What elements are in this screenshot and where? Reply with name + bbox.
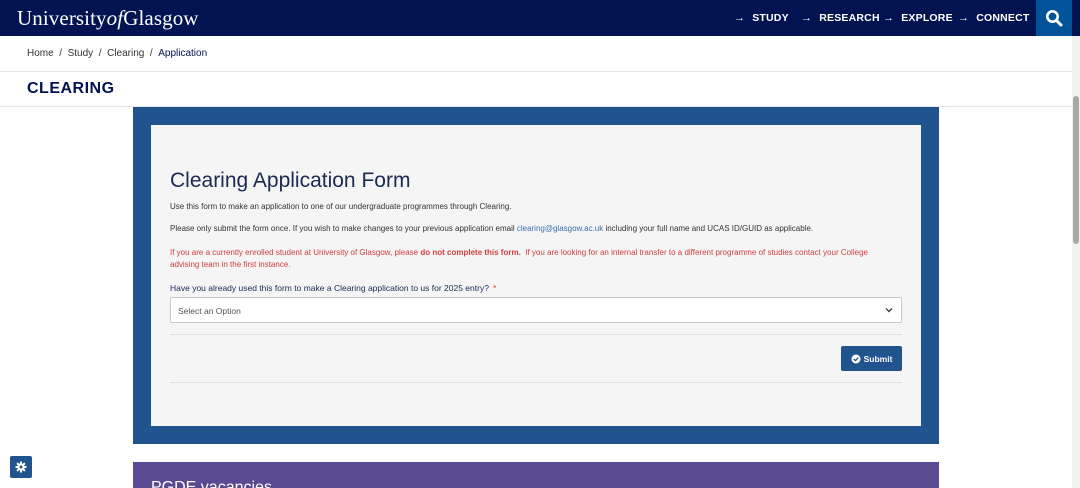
chevron-down-icon	[885, 308, 893, 313]
arrow-right-icon: →	[958, 12, 970, 24]
form-title: Clearing Application Form	[170, 169, 411, 192]
arrow-right-icon: →	[734, 12, 746, 24]
breadcrumb-clearing[interactable]: Clearing	[107, 48, 144, 59]
breadcrumb-separator: /	[98, 48, 102, 59]
form-panel: Clearing Application Form Use this form …	[133, 107, 939, 444]
select-value: Select an Option	[178, 306, 241, 316]
breadcrumb: Home / Study / Clearing / Application	[27, 48, 207, 59]
search-icon	[1046, 10, 1063, 27]
pgde-vacancies-panel: PGDE vacancies	[133, 462, 939, 488]
breadcrumb-separator: /	[59, 48, 63, 59]
required-mark: *	[492, 283, 497, 293]
form-intro: Use this form to make an application to …	[170, 202, 512, 211]
clearing-email-link[interactable]: clearing@glasgow.ac.uk	[517, 224, 603, 233]
enrolled-student-warning: If you are a currently enrolled student …	[170, 248, 871, 269]
nav-explore[interactable]: → EXPLORE	[883, 12, 953, 24]
form-submit-once-note: Please only submit the form once. If you…	[170, 224, 814, 233]
pgde-vacancies-title: PGDE vacancies	[151, 479, 272, 488]
divider	[0, 71, 1072, 72]
breadcrumb-study[interactable]: Study	[68, 48, 94, 59]
breadcrumb-current: Application	[158, 48, 208, 59]
form-card: Clearing Application Form Use this form …	[151, 125, 921, 426]
search-button[interactable]	[1036, 0, 1072, 36]
nav-research[interactable]: → RESEARCH	[801, 12, 880, 24]
arrow-right-icon: →	[883, 12, 895, 24]
breadcrumb-home[interactable]: Home	[27, 48, 54, 59]
nav-study[interactable]: → STUDY	[734, 12, 789, 24]
university-logo[interactable]: UniversityofGlasgow	[17, 6, 199, 31]
check-circle-icon	[851, 354, 861, 363]
divider	[170, 334, 902, 335]
gear-icon	[15, 461, 27, 473]
divider	[170, 382, 902, 383]
logo-of: of	[106, 6, 124, 30]
scrollbar-thumb[interactable]	[1073, 96, 1079, 244]
page-title: CLEARING	[27, 80, 115, 97]
accessibility-settings-button[interactable]	[10, 456, 32, 478]
arrow-right-icon: →	[801, 12, 813, 24]
previous-application-select[interactable]: Select an Option	[170, 297, 902, 323]
breadcrumb-separator: /	[149, 48, 153, 59]
nav-connect[interactable]: → CONNECT	[958, 12, 1030, 24]
question-label: Have you already used this form to make …	[170, 283, 497, 293]
submit-button[interactable]: Submit	[841, 346, 902, 371]
site-header: UniversityofGlasgow → STUDY → RESEARCH →…	[0, 0, 1080, 36]
